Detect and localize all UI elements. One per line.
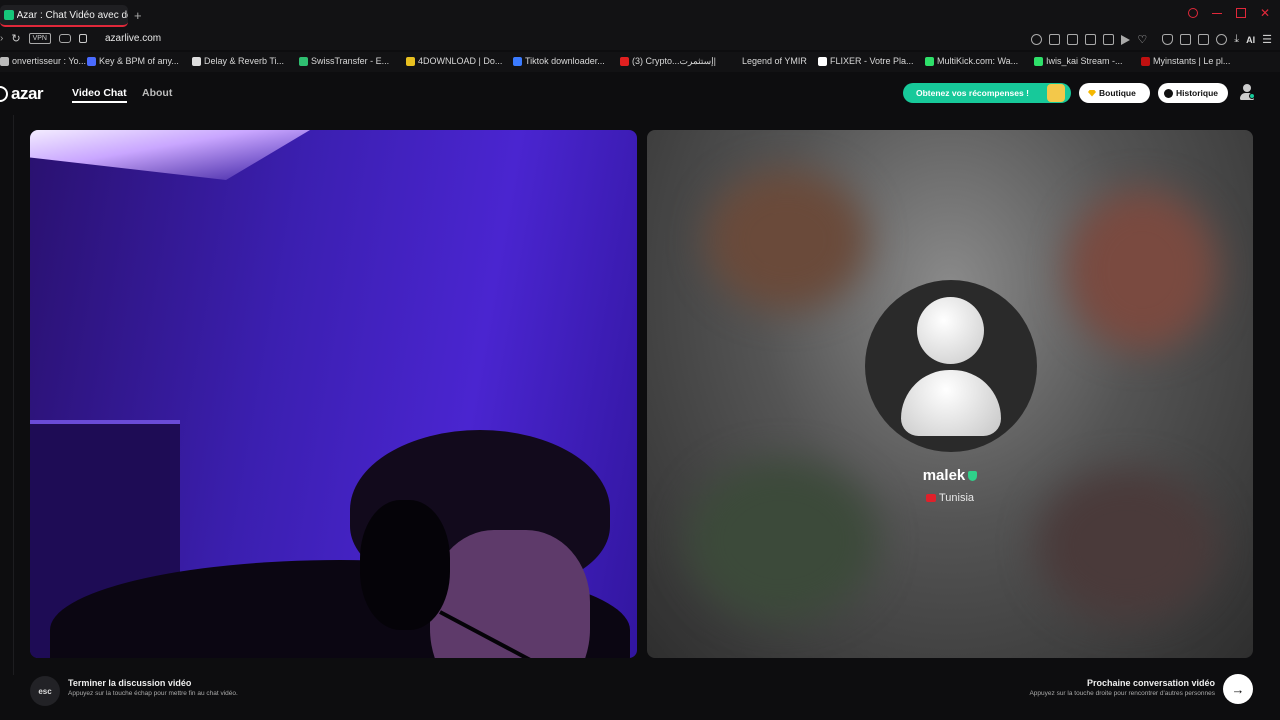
verified-icon xyxy=(968,471,978,482)
end-chat-title: Terminer la discussion vidéo xyxy=(68,678,192,688)
profile-icon[interactable] xyxy=(1239,84,1255,100)
download-icon xyxy=(513,56,522,66)
new-tab-button[interactable]: + xyxy=(134,8,142,23)
myinstants-icon xyxy=(1141,56,1150,66)
ai-button[interactable]: AI xyxy=(1246,35,1255,45)
azar-logo-icon xyxy=(0,86,8,102)
download-icon[interactable]: ⤓ xyxy=(1234,33,1239,46)
bookmark-item[interactable]: Key & BPM of any... xyxy=(87,56,179,66)
pin-icon[interactable] xyxy=(1049,34,1061,45)
next-chat-button[interactable]: → xyxy=(1223,674,1253,704)
music-note-icon xyxy=(87,56,96,66)
tab-title: Azar : Chat Vidéo avec de xyxy=(16,9,128,21)
bookmark-item[interactable]: Tiktok downloader... xyxy=(513,56,605,66)
bookmark-item[interactable]: SwissTransfer - E... xyxy=(299,56,389,66)
bookmarks-bar: onvertisseur : Yo... Key & BPM of any...… xyxy=(0,52,1280,72)
app-header: azar Video Chat About Obtenez vos récomp… xyxy=(0,76,1280,110)
next-chat-hint: Appuyez sur la touche droite pour rencon… xyxy=(1029,690,1215,697)
address-bar: › ↻ VPN azarlive.com ♡ ⤓ AI ☰ xyxy=(0,30,1280,50)
boutique-button[interactable]: Boutique xyxy=(1079,83,1150,103)
camera-icon[interactable] xyxy=(58,34,71,43)
local-video-feed xyxy=(30,130,637,658)
tracking-icon[interactable] xyxy=(1085,34,1097,45)
headset-shape xyxy=(360,500,450,630)
nav-about[interactable]: About xyxy=(142,87,172,99)
diamond-icon xyxy=(1088,89,1096,97)
bookmark-item[interactable]: onvertisseur : Yo... xyxy=(0,56,86,66)
rewards-button[interactable]: Obtenez vos récompenses ! xyxy=(903,83,1071,103)
bookmark-item[interactable]: 4DOWNLOAD | Do... xyxy=(406,56,502,66)
bookmark-item[interactable]: Myinstants | Le pl... xyxy=(1141,56,1230,66)
wallet-icon[interactable] xyxy=(1198,34,1210,45)
shield-icon[interactable] xyxy=(1162,34,1174,45)
search-tabs-icon[interactable] xyxy=(1188,8,1198,18)
nav-controls: › ↻ VPN xyxy=(0,32,87,45)
close-icon[interactable]: ✕ xyxy=(1260,7,1270,19)
peer-country: Tunisia xyxy=(647,492,1253,504)
end-chat-button[interactable]: esc xyxy=(30,676,60,706)
back-icon[interactable]: › xyxy=(0,33,3,44)
online-status-icon xyxy=(1249,93,1255,99)
zoom-icon[interactable] xyxy=(1031,34,1043,45)
vpn-badge[interactable]: VPN xyxy=(28,33,51,44)
heart-icon[interactable]: ♡ xyxy=(1137,33,1147,46)
account-icon[interactable] xyxy=(1216,34,1228,45)
extensions-icon[interactable] xyxy=(1180,34,1192,45)
nav-video-chat[interactable]: Video Chat xyxy=(72,87,127,103)
remote-video-feed: malek Tunisia xyxy=(647,130,1253,658)
browser-tab-bar: Azar : Chat Vidéo avec de + ✕ xyxy=(0,0,1280,30)
reverb-icon xyxy=(192,56,201,66)
avatar xyxy=(865,280,1037,452)
azar-logo[interactable]: azar xyxy=(0,84,44,104)
play-icon[interactable] xyxy=(1121,34,1131,45)
bookmark-favicon-icon xyxy=(0,56,9,66)
end-chat-hint: Appuyez sur la touche échap pour mettre … xyxy=(68,690,238,697)
peer-name: malek xyxy=(647,467,1253,484)
azar-favicon-icon xyxy=(4,10,14,20)
browser-toolbar: ♡ ⤓ AI ☰ xyxy=(1031,33,1272,46)
swisstransfer-icon xyxy=(299,56,308,66)
tunisia-flag-icon xyxy=(925,494,936,503)
url-field[interactable]: azarlive.com xyxy=(105,33,161,44)
lock-icon[interactable] xyxy=(78,34,87,43)
bookmark-item[interactable]: Legend of YMIR xyxy=(730,56,807,66)
bookmark-item[interactable]: FLIXER - Votre Pla... xyxy=(818,56,914,66)
folder-icon xyxy=(406,56,415,66)
sidebar-edge xyxy=(0,115,14,675)
bookmark-item[interactable]: (3) Crypto...إستثمرت| xyxy=(620,56,716,67)
maximize-icon[interactable] xyxy=(1236,8,1246,18)
kick-icon xyxy=(925,56,934,66)
menu-icon[interactable]: ☰ xyxy=(1262,33,1272,46)
bookmark-item[interactable]: Iwis_kai Stream -... xyxy=(1034,56,1123,66)
game-icon xyxy=(730,56,739,66)
kick-icon xyxy=(1034,56,1043,66)
window-controls: ✕ xyxy=(1188,7,1270,19)
youtube-icon xyxy=(620,57,629,66)
browser-tab-azar[interactable]: Azar : Chat Vidéo avec de xyxy=(0,5,128,27)
minimize-icon[interactable] xyxy=(1212,8,1222,14)
default-avatar-icon xyxy=(917,297,984,364)
gift-icon xyxy=(1047,84,1065,102)
call-controls: esc Terminer la discussion vidéo Appuyez… xyxy=(0,672,1280,720)
clock-icon xyxy=(1164,88,1173,98)
flixer-icon xyxy=(818,56,827,66)
bookmark-item[interactable]: Delay & Reverb Ti... xyxy=(192,56,284,66)
reload-icon[interactable]: ↻ xyxy=(11,32,20,45)
snapshot-icon[interactable] xyxy=(1067,34,1079,45)
historique-button[interactable]: Historique xyxy=(1158,83,1228,103)
bookmark-item[interactable]: MultiKick.com: Wa... xyxy=(925,56,1018,66)
cube-icon[interactable] xyxy=(1103,34,1115,45)
next-chat-title: Prochaine conversation vidéo xyxy=(1086,678,1215,688)
